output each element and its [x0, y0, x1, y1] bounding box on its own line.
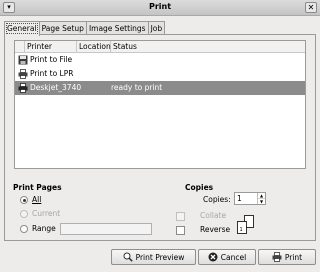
range-input[interactable]: [60, 223, 152, 235]
title-bar: ▾ Print ✕: [0, 0, 320, 16]
cancel-icon: [208, 252, 218, 262]
collate-pages-icon: 1: [237, 215, 254, 234]
printer-name: Print to File: [30, 55, 73, 64]
icon-column-header[interactable]: [15, 41, 25, 53]
printer-icon: [18, 83, 28, 93]
tab-bar: General Page Setup Image Settings Job: [4, 21, 166, 36]
floppy-disk-icon: [18, 55, 28, 65]
collate-checkbox[interactable]: [176, 212, 185, 221]
printer-row-deskjet-3740[interactable]: Deskjet_3740 ready to print: [15, 81, 305, 95]
column-header-status[interactable]: Status: [111, 41, 305, 53]
range-radio[interactable]: [20, 225, 28, 233]
decrement-icon[interactable]: ▼: [258, 198, 265, 204]
column-header-printer[interactable]: Printer: [25, 41, 77, 53]
printer-row-print-to-lpr[interactable]: Print to LPR: [15, 67, 305, 81]
printer-name: Deskjet_3740: [30, 83, 82, 92]
printer-list-header: Printer Location Status: [15, 41, 305, 53]
tab-image-settings[interactable]: Image Settings: [85, 21, 149, 35]
copies-value[interactable]: 1: [235, 193, 257, 204]
copies-spinner[interactable]: 1 ▲ ▼: [234, 192, 266, 205]
range-label[interactable]: Range: [32, 224, 56, 233]
cancel-button[interactable]: Cancel: [198, 249, 256, 265]
all-pages-radio[interactable]: [20, 196, 28, 204]
column-header-location[interactable]: Location: [77, 41, 111, 53]
print-preview-label: Print Preview: [135, 252, 185, 262]
close-icon: ✕: [307, 2, 315, 12]
collate-label[interactable]: Collate: [200, 211, 226, 220]
printer-icon: [272, 252, 282, 262]
printer-row-print-to-file[interactable]: Print to File: [15, 53, 305, 67]
svg-text:1: 1: [240, 227, 243, 233]
window-title: Print: [148, 2, 172, 11]
reverse-label[interactable]: Reverse: [200, 225, 230, 234]
current-page-radio[interactable]: [20, 210, 28, 218]
magnifier-icon: [123, 252, 133, 262]
all-pages-label[interactable]: All: [32, 195, 41, 204]
cancel-label: Cancel: [220, 252, 247, 262]
reverse-checkbox[interactable]: [176, 226, 185, 235]
tab-job[interactable]: Job: [147, 21, 166, 35]
tab-general[interactable]: General: [4, 21, 40, 36]
print-label: Print: [284, 252, 303, 262]
print-preview-button[interactable]: Print Preview: [111, 249, 196, 265]
current-page-label[interactable]: Current: [32, 209, 60, 218]
tab-page-setup[interactable]: Page Setup: [38, 21, 87, 35]
print-pages-heading: Print Pages: [13, 183, 62, 192]
window-close-button[interactable]: ✕: [305, 2, 317, 13]
printer-status: ready to print: [111, 83, 163, 92]
printer-icon: [18, 69, 28, 79]
print-button[interactable]: Print: [258, 249, 316, 265]
copies-label: Copies:: [203, 195, 231, 204]
printer-name: Print to LPR: [30, 69, 74, 78]
copies-heading: Copies: [185, 183, 214, 192]
printer-list[interactable]: Printer Location Status Print to File Pr…: [14, 40, 306, 169]
